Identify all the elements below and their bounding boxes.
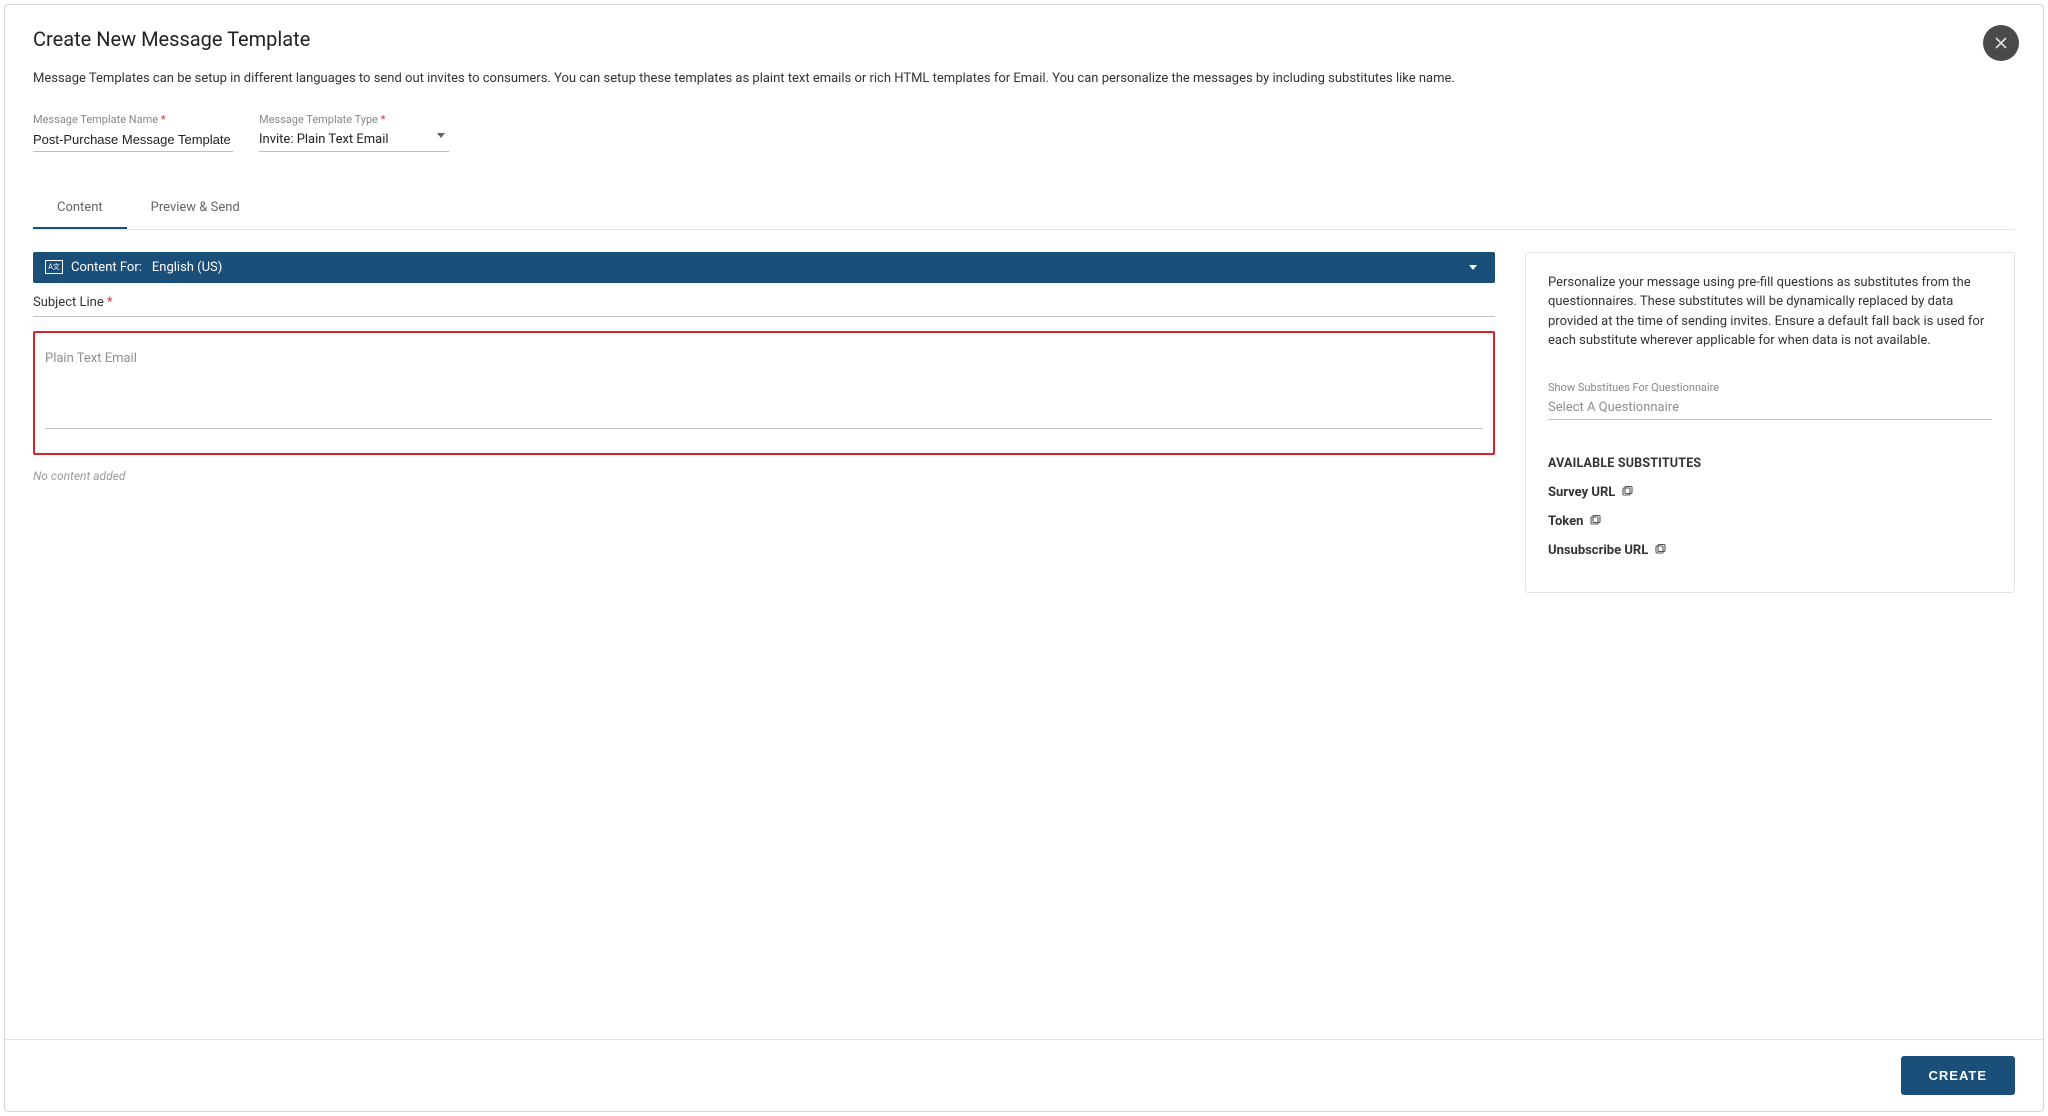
subject-line-field[interactable]: Subject Line * — [33, 283, 1495, 317]
content-area: A文 Content For: English (US) Subject Lin… — [5, 230, 2043, 1040]
page-subtitle: Message Templates can be setup in differ… — [33, 69, 2015, 89]
substitute-label: Unsubscribe URL — [1548, 543, 1648, 558]
substitute-survey-url: Survey URL — [1548, 485, 1992, 500]
tab-preview-send[interactable]: Preview & Send — [127, 190, 264, 229]
copy-icon[interactable] — [1621, 486, 1633, 498]
tab-content[interactable]: Content — [33, 190, 127, 229]
copy-icon[interactable] — [1654, 544, 1666, 556]
template-type-label: Message Template Type * — [259, 113, 449, 126]
language-bar: A文 Content For: English (US) — [33, 252, 1495, 283]
content-editor-column: A文 Content For: English (US) Subject Lin… — [33, 252, 1495, 483]
substitute-token: Token — [1548, 514, 1992, 529]
email-body-input[interactable]: Plain Text Email — [45, 347, 1483, 429]
create-button[interactable]: CREATE — [1901, 1056, 2015, 1095]
show-substitutes-label: Show Substitues For Questionnaire — [1548, 381, 1992, 394]
substitute-unsubscribe-url: Unsubscribe URL — [1548, 543, 1992, 558]
content-for-label: Content For: — [71, 260, 142, 275]
chevron-down-icon — [437, 133, 445, 146]
tabs: Content Preview & Send — [33, 190, 2015, 230]
required-marker: * — [381, 113, 386, 126]
template-name-label: Message Template Name * — [33, 113, 233, 126]
copy-icon[interactable] — [1589, 515, 1601, 527]
substitute-label: Survey URL — [1548, 485, 1615, 500]
required-marker: * — [161, 113, 166, 126]
language-select[interactable]: English (US) — [152, 260, 222, 275]
close-icon — [1993, 35, 2009, 51]
personalize-description: Personalize your message using pre-fill … — [1548, 273, 1992, 351]
chevron-down-icon — [1469, 265, 1477, 270]
close-button[interactable] — [1983, 25, 2019, 61]
template-fields-row: Message Template Name * Message Template… — [5, 95, 2043, 152]
no-content-message: No content added — [33, 469, 1495, 483]
subject-line-label: Subject Line * — [33, 295, 113, 310]
translate-icon: A文 — [45, 260, 63, 274]
modal-footer: CREATE — [5, 1039, 2043, 1111]
template-name-input[interactable] — [33, 128, 233, 152]
modal-header: Create New Message Template Message Temp… — [5, 5, 2043, 95]
email-body-highlight: Plain Text Email — [33, 331, 1495, 455]
template-name-field: Message Template Name * — [33, 113, 233, 152]
template-type-field: Message Template Type * Invite: Plain Te… — [259, 113, 449, 152]
questionnaire-select[interactable]: Select A Questionnaire — [1548, 396, 1992, 420]
personalize-panel: Personalize your message using pre-fill … — [1525, 252, 2015, 593]
page-title: Create New Message Template — [33, 27, 2015, 51]
template-type-select[interactable]: Invite: Plain Text Email — [259, 128, 449, 152]
personalize-column: Personalize your message using pre-fill … — [1525, 252, 2015, 593]
required-marker: * — [107, 295, 113, 310]
available-substitutes-header: AVAILABLE SUBSTITUTES — [1548, 456, 1992, 471]
template-type-value: Invite: Plain Text Email — [259, 128, 389, 151]
substitute-label: Token — [1548, 514, 1583, 529]
create-template-modal: Create New Message Template Message Temp… — [4, 4, 2044, 1112]
